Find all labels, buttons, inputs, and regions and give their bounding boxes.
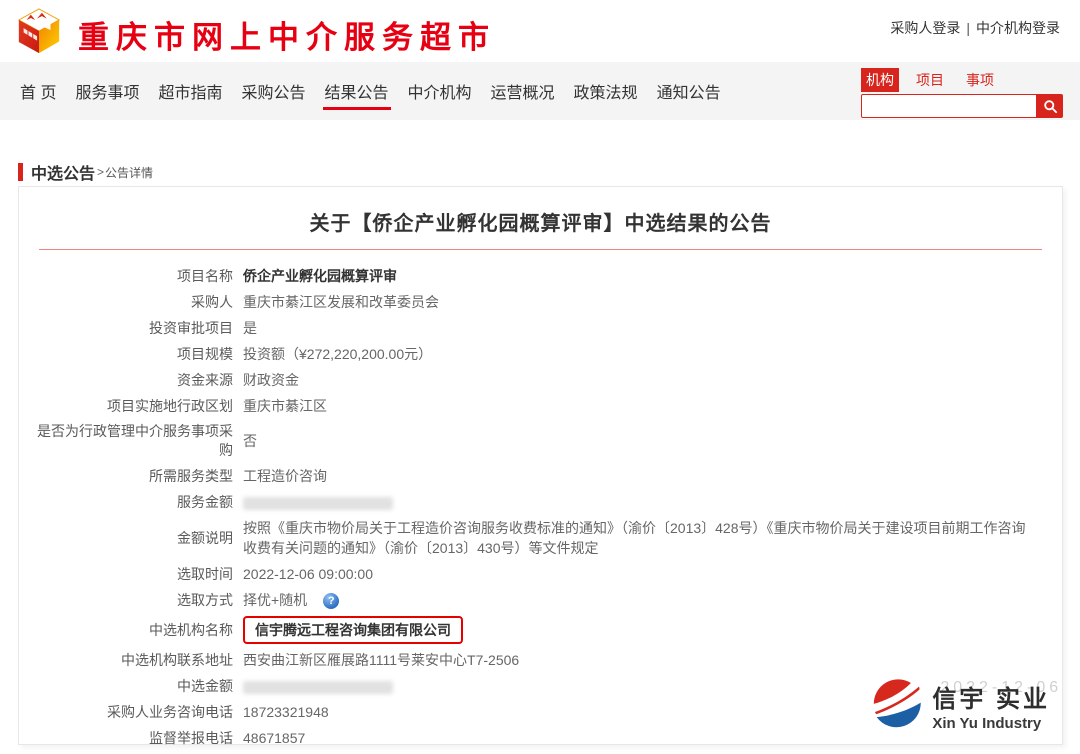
field-value: 侨企产业孵化园概算评审 — [243, 266, 1062, 286]
field-value: 择优+随机? — [243, 590, 1062, 610]
field-label: 资金来源 — [33, 371, 233, 390]
main-navigation: 首 页服务事项超市指南采购公告结果公告中介机构运营概况政策法规通知公告 机构项目… — [0, 62, 1080, 120]
field-value: 财政资金 — [243, 370, 1062, 390]
breadcrumb-section[interactable]: 中选公告 — [31, 160, 95, 184]
table-row: 中选机构联系地址西安曲江新区雁展路1111号莱安中心T7-2506 — [19, 647, 1062, 673]
field-label: 所需服务类型 — [33, 467, 233, 486]
login-links: 采购人登录 | 中介机构登录 — [890, 18, 1060, 38]
field-label: 项目名称 — [33, 267, 233, 286]
search-tabs: 机构项目事项 — [861, 68, 1063, 92]
field-label: 选取方式 — [33, 591, 233, 610]
nav-item-3[interactable]: 采购公告 — [239, 75, 307, 107]
field-label: 投资审批项目 — [33, 319, 233, 338]
field-value: 西安曲江新区雁展路1111号莱安中心T7-2506 — [243, 650, 1062, 670]
table-row: 金额说明按照《重庆市物价局关于工程造价咨询服务收费标准的通知》（渝价〔2013〕… — [19, 515, 1062, 561]
table-row: 资金来源财政资金 — [19, 367, 1062, 393]
breadcrumb: 中选公告 > 公告详情 — [18, 160, 153, 184]
search-icon — [1043, 99, 1058, 114]
field-label: 中选机构名称 — [33, 621, 233, 640]
breadcrumb-accent-bar — [18, 163, 23, 181]
table-row: 是否为行政管理中介服务事项采购否 — [19, 419, 1062, 463]
breadcrumb-current: 公告详情 — [105, 164, 153, 181]
site-logo-cube-icon — [15, 7, 63, 55]
table-row: 中选机构名称信宇腾远工程咨询集团有限公司 — [19, 613, 1062, 647]
nav-item-6[interactable]: 运营概况 — [489, 75, 557, 107]
field-label: 监督举报电话 — [33, 729, 233, 748]
search-input[interactable] — [861, 94, 1037, 118]
table-row: 采购人重庆市綦江区发展和改革委员会 — [19, 289, 1062, 315]
field-value: 2022-12-06 09:00:00 — [243, 564, 1062, 584]
nav-list: 首 页服务事项超市指南采购公告结果公告中介机构运营概况政策法规通知公告 — [18, 62, 723, 120]
buyer-login-link[interactable]: 采购人登录 — [890, 20, 960, 36]
nav-item-4[interactable]: 结果公告 — [323, 75, 391, 107]
field-label: 项目实施地行政区划 — [33, 397, 233, 416]
search-tab-1[interactable]: 项目 — [911, 68, 949, 92]
field-value: 投资额（¥272,220,200.00元） — [243, 344, 1062, 364]
table-row: 投资审批项目是 — [19, 315, 1062, 341]
field-label: 采购人业务咨询电话 — [33, 703, 233, 722]
redacted-value — [243, 681, 393, 694]
search-tab-2[interactable]: 事项 — [961, 68, 999, 92]
field-value: 重庆市綦江区 — [243, 396, 1062, 416]
field-value: 重庆市綦江区发展和改革委员会 — [243, 292, 1062, 312]
redacted-value — [243, 497, 393, 510]
site-title: 重庆市网上中介服务超市 — [78, 12, 496, 57]
field-label: 选取时间 — [33, 565, 233, 584]
field-value: 工程造价咨询 — [243, 466, 1062, 486]
table-row: 服务金额 — [19, 489, 1062, 515]
company-watermark: 2022-12-06 信宇 实业 Xin Yu Industry — [868, 676, 1050, 734]
field-label: 中选金额 — [33, 677, 233, 696]
highlighted-value-box: 信宇腾远工程咨询集团有限公司 — [243, 616, 463, 644]
xinyu-logo-icon — [868, 676, 926, 734]
search-widget: 机构项目事项 — [861, 68, 1063, 118]
field-label: 服务金额 — [33, 493, 233, 512]
watermark-text: 2022-12-06 信宇 实业 Xin Yu Industry — [932, 679, 1050, 732]
field-label: 采购人 — [33, 293, 233, 312]
watermark-en: Xin Yu Industry — [932, 715, 1050, 732]
search-button[interactable] — [1037, 94, 1063, 118]
table-row: 项目规模投资额（¥272,220,200.00元） — [19, 341, 1062, 367]
nav-item-5[interactable]: 中介机构 — [406, 75, 474, 107]
nav-item-8[interactable]: 通知公告 — [655, 75, 723, 107]
search-tab-0[interactable]: 机构 — [861, 68, 899, 92]
table-row: 项目名称侨企产业孵化园概算评审 — [19, 263, 1062, 289]
field-label: 金额说明 — [33, 529, 233, 548]
field-label: 是否为行政管理中介服务事项采购 — [33, 422, 233, 460]
title-divider — [39, 249, 1042, 250]
field-value: 是 — [243, 318, 1062, 338]
page-header: 重庆市网上中介服务超市 采购人登录 | 中介机构登录 — [0, 0, 1080, 62]
field-value: 信宇腾远工程咨询集团有限公司 — [243, 616, 1062, 644]
help-question-icon[interactable]: ? — [323, 593, 339, 609]
field-label: 中选机构联系地址 — [33, 651, 233, 670]
agency-login-link[interactable]: 中介机构登录 — [976, 20, 1060, 36]
watermark-cn: 信宇 实业 — [932, 679, 1050, 714]
login-divider: | — [966, 20, 970, 36]
table-row: 所需服务类型工程造价咨询 — [19, 463, 1062, 489]
table-row: 选取时间 2022-12-06 09:00:00 — [19, 561, 1062, 587]
table-row: 项目实施地行政区划重庆市綦江区 — [19, 393, 1062, 419]
nav-item-7[interactable]: 政策法规 — [572, 75, 640, 107]
announcement-title: 关于【侨企产业孵化园概算评审】中选结果的公告 — [19, 207, 1062, 236]
table-row: 选取方式择优+随机? — [19, 587, 1062, 613]
field-value — [243, 492, 1062, 512]
announcement-panel: 关于【侨企产业孵化园概算评审】中选结果的公告 项目名称侨企产业孵化园概算评审采购… — [18, 186, 1063, 745]
nav-item-0[interactable]: 首 页 — [18, 75, 58, 107]
nav-item-1[interactable]: 服务事项 — [73, 75, 141, 107]
field-value: 否 — [243, 431, 1062, 451]
field-label: 项目规模 — [33, 345, 233, 364]
field-value: 按照《重庆市物价局关于工程造价咨询服务收费标准的通知》（渝价〔2013〕428号… — [243, 518, 1062, 558]
breadcrumb-separator: > — [97, 165, 104, 179]
nav-item-2[interactable]: 超市指南 — [156, 75, 224, 107]
